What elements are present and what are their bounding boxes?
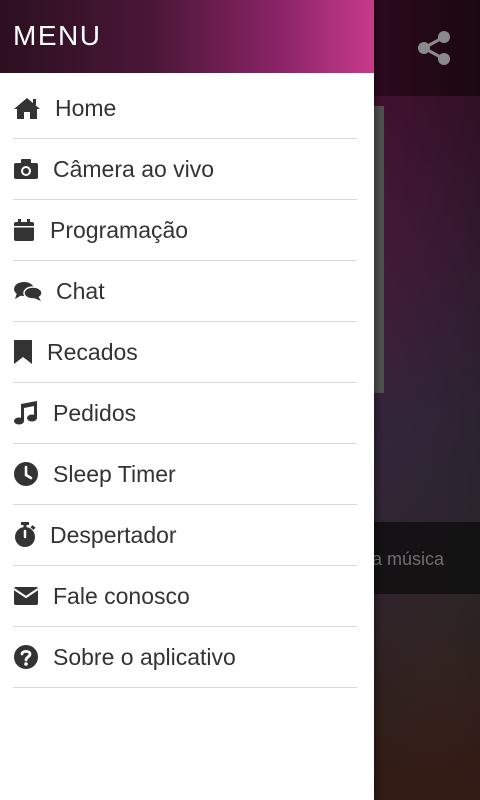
share-icon[interactable] [414,28,454,68]
envelope-icon [13,583,53,609]
clock-icon [13,461,53,487]
menu-item-home[interactable]: Home [13,78,357,139]
menu-item-fale-conosco[interactable]: Fale conosco [13,566,357,627]
menu-item-recados[interactable]: Recados [13,322,357,383]
menu-item-despertador[interactable]: Despertador [13,505,357,566]
menu-item-label: Câmera ao vivo [53,155,215,182]
navigation-drawer: MENU Home Câmera ao vivo Programação Cha… [0,0,374,800]
menu-item-pedidos[interactable]: Pedidos [13,383,357,444]
menu-item-label: Pedidos [53,399,137,426]
menu-item-label: Home [55,94,117,121]
menu-item-sobre[interactable]: Sobre o aplicativo [13,627,357,688]
bookmark-icon [13,339,47,365]
menu-item-label: Fale conosco [53,582,190,609]
menu-item-label: Sobre o aplicativo [53,643,236,670]
menu-item-label: Despertador [50,521,177,548]
menu-item-label: Recados [47,338,138,365]
home-icon [13,95,55,121]
menu-item-label: Chat [56,277,105,304]
menu-list: Home Câmera ao vivo Programação Chat Rec… [0,78,374,688]
now-playing-text: a música [372,549,445,569]
camera-icon [13,156,53,182]
menu-item-chat[interactable]: Chat [13,261,357,322]
stopwatch-icon [13,522,50,548]
question-circle-icon [13,644,53,670]
calendar-icon [13,217,50,243]
menu-item-programacao[interactable]: Programação [13,200,357,261]
menu-item-camera[interactable]: Câmera ao vivo [13,139,357,200]
drawer-header: MENU [0,0,374,73]
menu-item-sleep-timer[interactable]: Sleep Timer [13,444,357,505]
chat-bubbles-icon [13,278,56,304]
menu-item-label: Programação [50,216,189,243]
drawer-title: MENU [13,20,102,51]
menu-item-label: Sleep Timer [53,460,176,487]
music-note-icon [13,400,53,426]
scrollbar[interactable] [374,106,384,393]
